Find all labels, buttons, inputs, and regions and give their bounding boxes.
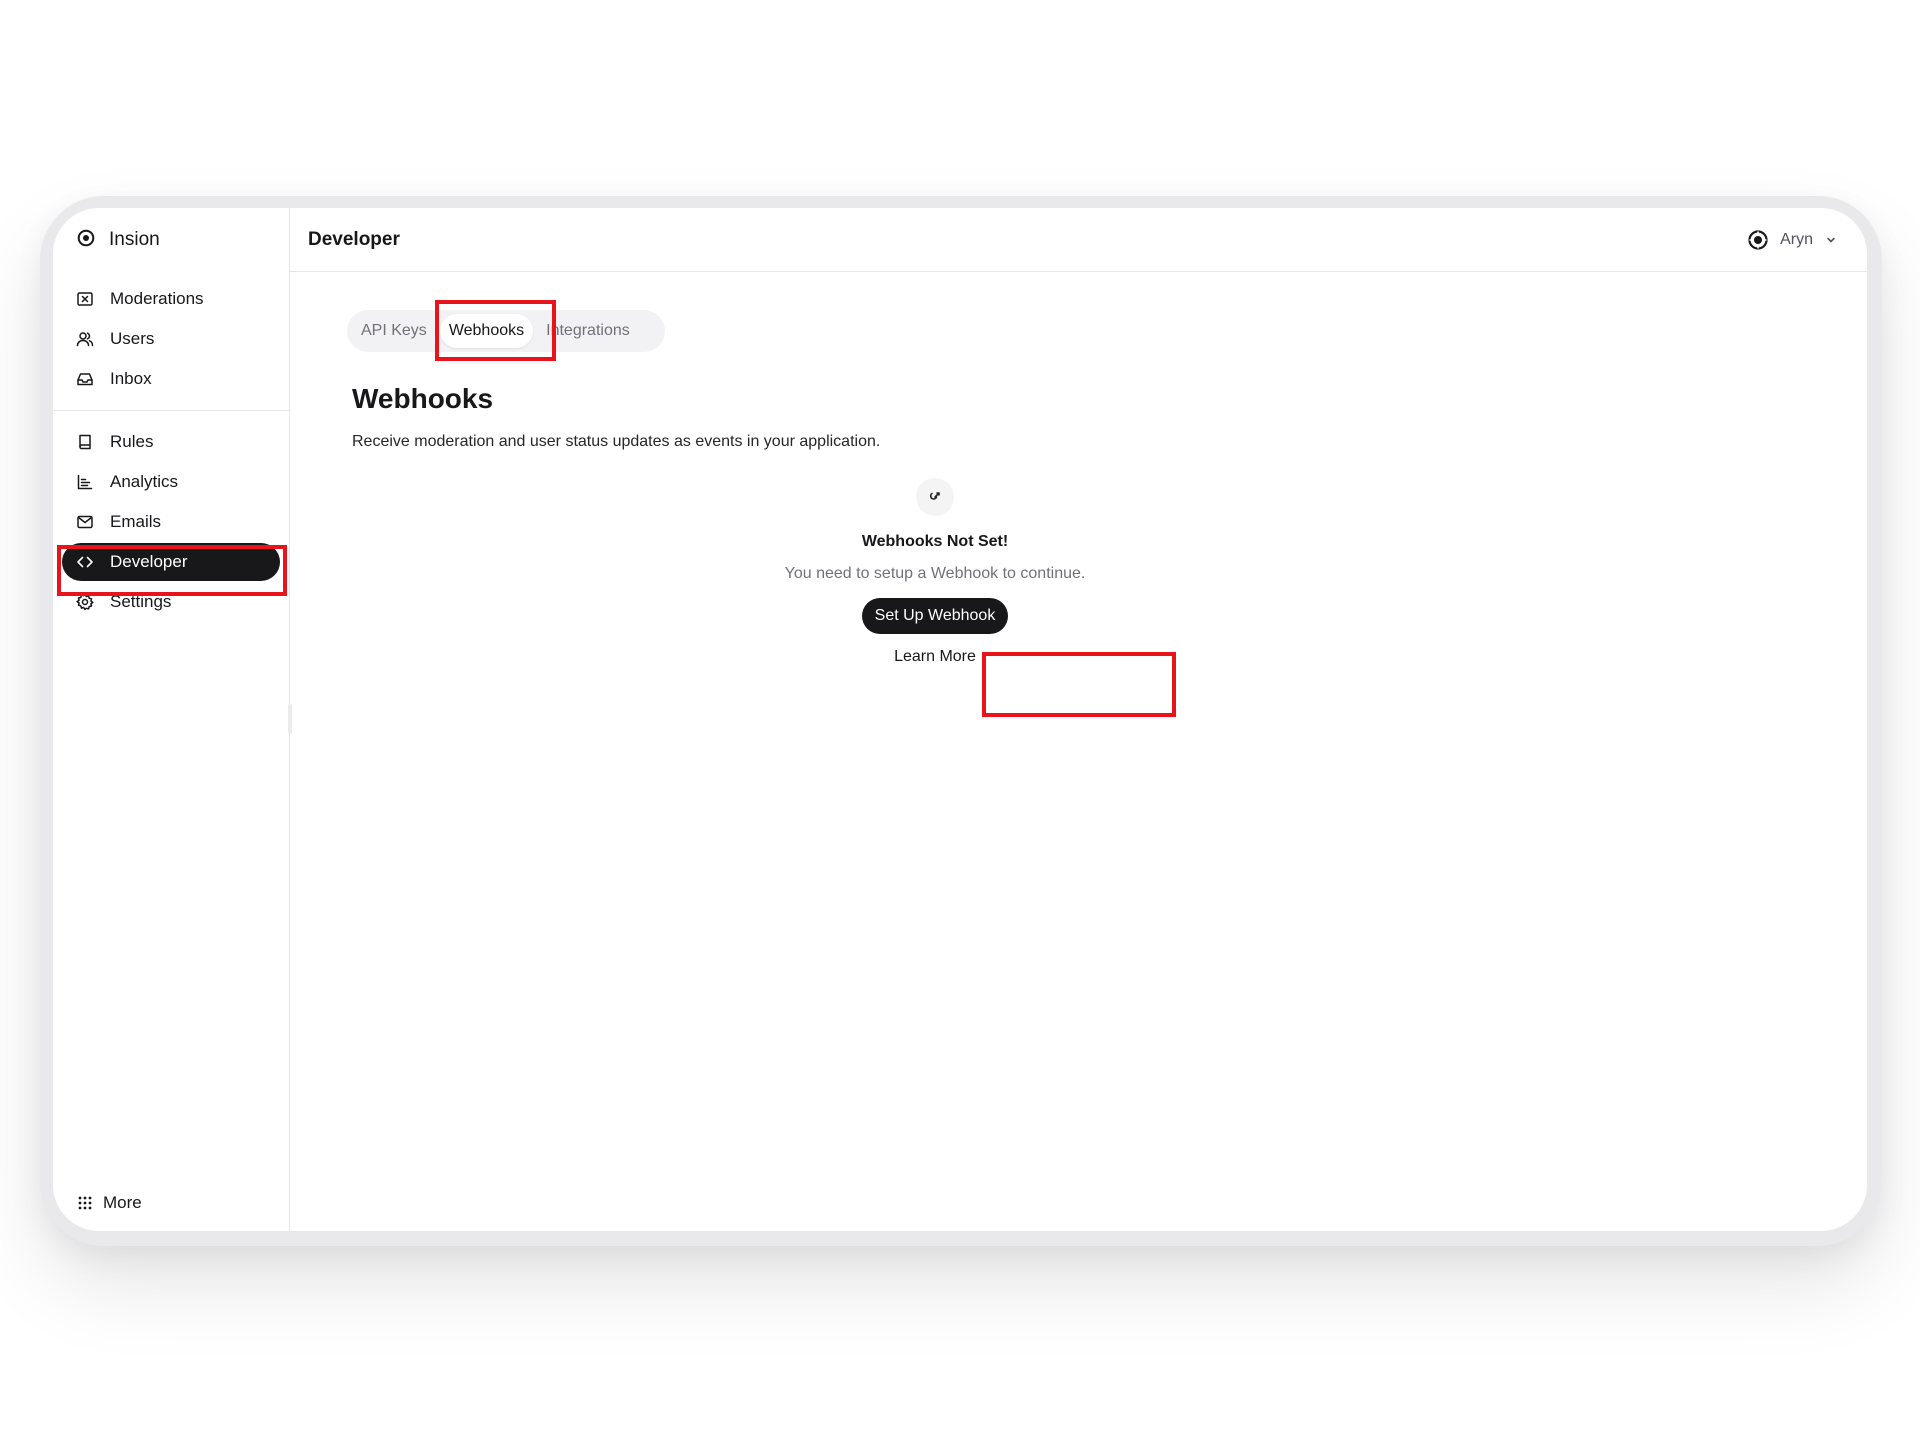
sidebar-item-moderations[interactable]: Moderations — [62, 280, 280, 318]
sidebar-item-users[interactable]: Users — [62, 320, 280, 358]
app-window: Insion Moderations Users Inbox Rules Ana… — [53, 208, 1867, 1231]
sidebar-item-settings[interactable]: Settings — [62, 583, 280, 621]
section-title: Webhooks — [352, 383, 494, 414]
sidebar-item-label: Developer — [110, 552, 188, 571]
section-description: Receive moderation and user status updat… — [352, 433, 881, 450]
sidebar-item-label: Rules — [110, 432, 154, 451]
set-up-webhook-button[interactable]: Set Up Webhook — [861, 598, 1009, 634]
empty-state-description: You need to setup a Webhook to continue. — [784, 565, 1086, 582]
more-button[interactable]: More — [77, 1193, 142, 1213]
sidebar-item-label: Moderations — [110, 289, 204, 308]
topbar: Developer Aryn — [290, 208, 1867, 272]
sidebar: Insion Moderations Users Inbox Rules Ana… — [53, 208, 292, 1231]
empty-state: Webhooks Not Set! You need to setup a We… — [785, 478, 1085, 666]
empty-state-title: Webhooks Not Set! — [861, 533, 1009, 550]
sidebar-item-rules[interactable]: Rules — [62, 423, 280, 461]
nav-group-primary: Moderations Users Inbox — [53, 272, 289, 410]
sidebar-item-analytics[interactable]: Analytics — [62, 463, 280, 501]
bar-chart-icon — [77, 474, 93, 490]
sidebar-item-emails[interactable]: Emails — [62, 503, 280, 541]
mail-icon — [77, 515, 93, 529]
tab-api-keys[interactable]: API Keys — [352, 314, 436, 348]
tab-webhooks[interactable]: Webhooks — [439, 314, 534, 348]
moderation-icon — [77, 292, 93, 306]
learn-more-link[interactable]: Learn More — [894, 648, 976, 666]
sidebar-item-label: Emails — [110, 512, 162, 531]
brand-name: Insion — [109, 229, 160, 250]
sidebar-item-label: Inbox — [110, 369, 152, 388]
sidebar-item-label: Users — [110, 329, 155, 348]
page-title: Developer — [308, 228, 400, 250]
tab-integrations[interactable]: Integrations — [537, 314, 639, 348]
developer-tabs: API Keys Webhooks Integrations — [347, 310, 665, 352]
sidebar-item-developer[interactable]: Developer — [62, 543, 280, 581]
more-label: More — [103, 1193, 142, 1212]
main-content: Developer Aryn API Keys Webhooks Integra… — [290, 208, 1867, 1231]
logo-icon — [77, 229, 95, 252]
sidebar-item-label: Settings — [110, 592, 172, 611]
grid-icon — [78, 1196, 92, 1210]
sidebar-item-label: Analytics — [110, 472, 179, 491]
book-icon — [79, 434, 91, 450]
gear-icon — [76, 593, 94, 611]
webhook-icon — [916, 478, 954, 516]
inbox-icon — [77, 373, 93, 386]
user-name: Aryn — [1780, 230, 1813, 248]
sidebar-item-inbox[interactable]: Inbox — [62, 360, 280, 398]
avatar-icon — [1748, 229, 1768, 250]
nav-group-secondary: Rules Analytics Emails Developer Setting… — [53, 410, 289, 633]
user-menu[interactable]: Aryn — [1748, 229, 1837, 250]
brand[interactable]: Insion — [53, 208, 289, 272]
chevron-down-icon — [1827, 237, 1835, 242]
users-icon — [76, 332, 94, 347]
code-icon — [77, 556, 93, 568]
